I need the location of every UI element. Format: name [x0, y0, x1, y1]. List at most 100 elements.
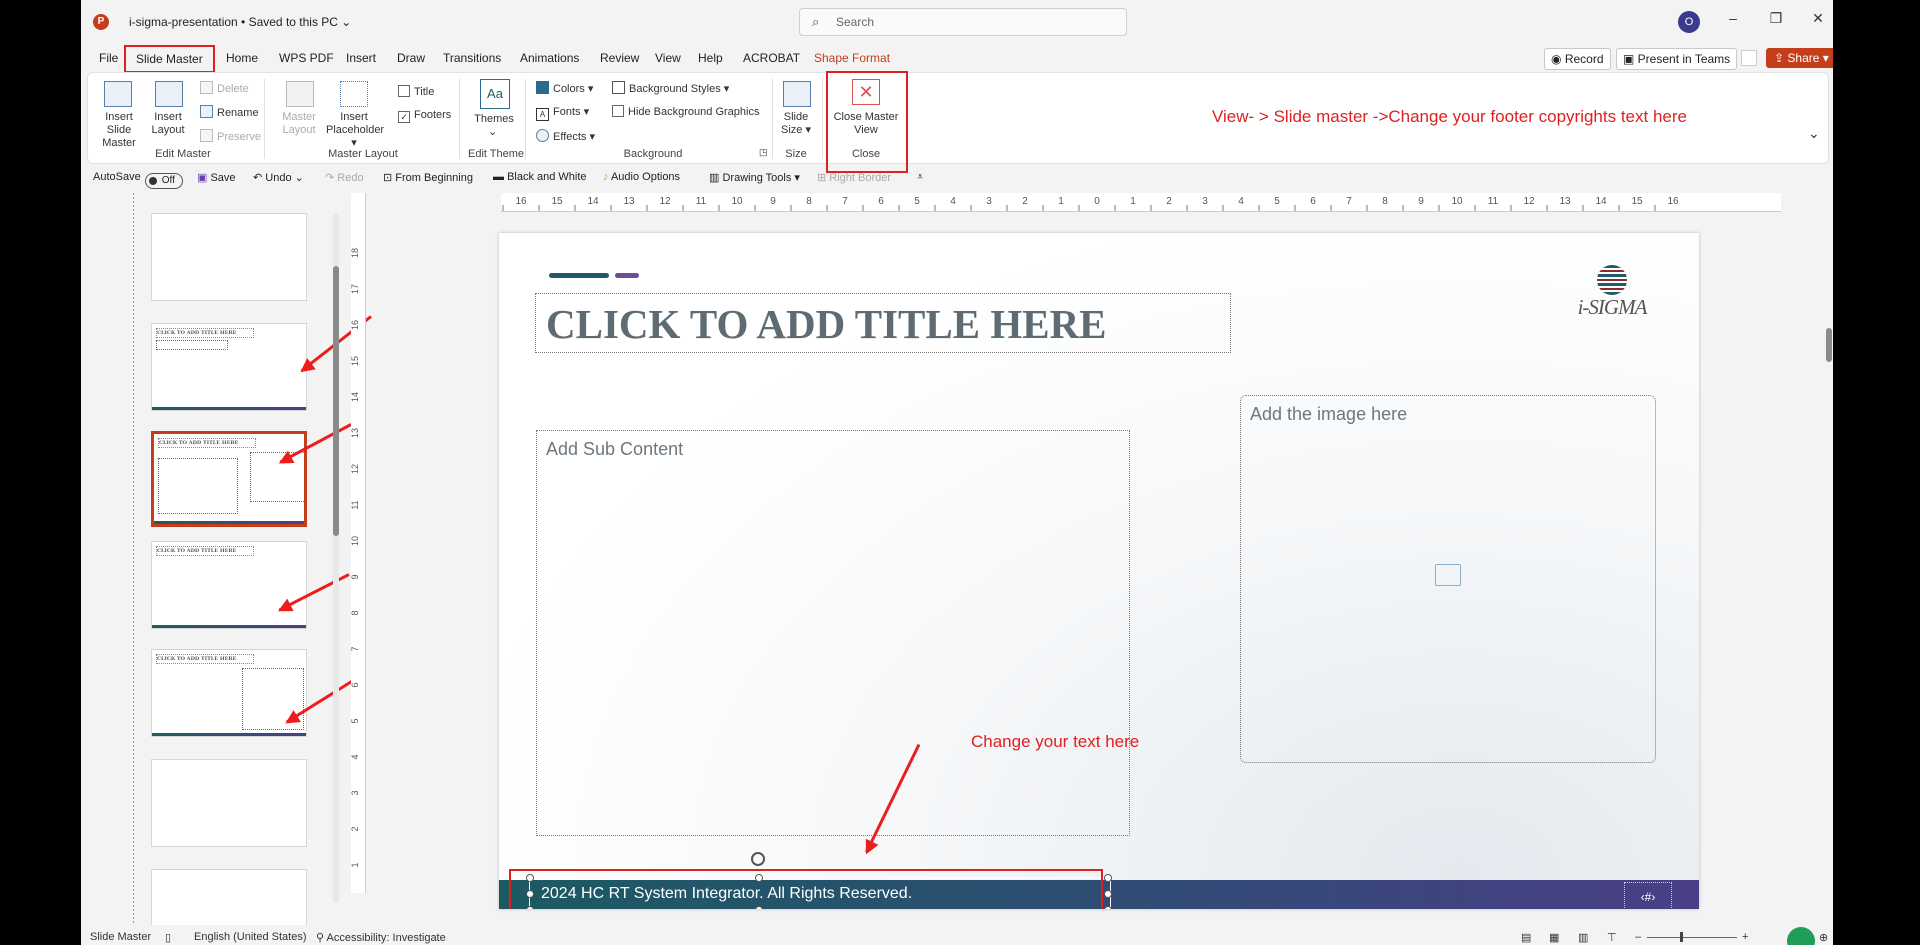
- autosave-toggle[interactable]: AutoSave Off: [93, 171, 183, 189]
- themes-dropdown-icon[interactable]: ⌄: [488, 125, 497, 138]
- fit-slide-icon[interactable]: ⊕: [1819, 931, 1828, 944]
- tab-view[interactable]: View: [655, 51, 681, 65]
- tab-wps-pdf[interactable]: WPS PDF: [279, 51, 334, 65]
- tab-insert[interactable]: Insert: [346, 51, 376, 65]
- thumbnail-2[interactable]: CLICK TO ADD TITLE HERE: [151, 323, 307, 411]
- tab-slide-master[interactable]: Slide Master: [124, 45, 215, 73]
- collapse-ribbon-icon[interactable]: ⌄: [1808, 125, 1820, 142]
- search-box[interactable]: ⌕ Search: [799, 8, 1127, 36]
- themes-button[interactable]: Themes: [470, 113, 518, 125]
- black-white-button[interactable]: ▬ Black and White: [493, 171, 587, 183]
- zoom-in-icon[interactable]: +: [1742, 931, 1748, 943]
- record-button[interactable]: ◉ Record: [1544, 48, 1611, 70]
- footers-checkbox[interactable]: ✓ Footers: [398, 109, 451, 123]
- resize-handle[interactable]: [1104, 906, 1112, 909]
- resize-handle[interactable]: [1104, 874, 1112, 882]
- document-title[interactable]: i-sigma-presentation • Saved to this PC …: [129, 15, 351, 29]
- powerpoint-icon: P: [93, 14, 109, 30]
- audio-icon: ♪: [603, 171, 609, 183]
- slide-canvas[interactable]: CLICK TO ADD TITLE HERE i-SIGMA Add the …: [499, 233, 1699, 909]
- content-placeholder[interactable]: Add Sub Content: [536, 430, 1130, 836]
- from-beginning-button[interactable]: ⊡ From Beginning: [383, 171, 473, 184]
- insert-layout-button[interactable]: Insert Layout: [148, 111, 188, 137]
- ruler-label: 3: [986, 196, 992, 207]
- present-in-teams-button[interactable]: ▣ Present in Teams: [1616, 48, 1738, 70]
- restore-icon[interactable]: ❐: [1761, 10, 1791, 27]
- tab-file[interactable]: File: [99, 51, 118, 65]
- editor-scrollbar[interactable]: [1826, 193, 1833, 923]
- share-button[interactable]: ⇪ Share ▾: [1766, 48, 1833, 68]
- zoom-out-icon[interactable]: –: [1635, 931, 1641, 943]
- ruler-label: 11: [1488, 196, 1499, 207]
- delete-button[interactable]: Delete: [200, 81, 249, 95]
- close-window-icon[interactable]: ✕: [1803, 10, 1833, 27]
- tab-home[interactable]: Home: [226, 51, 258, 65]
- customize-qat-icon[interactable]: ⩡: [917, 171, 923, 184]
- edit-theme-group-label: Edit Theme: [468, 148, 525, 160]
- status-language[interactable]: English (United States): [194, 931, 307, 943]
- zoom-slider[interactable]: [1647, 937, 1737, 938]
- ribbon: Insert Slide Master Insert Layout Delete…: [87, 71, 1829, 173]
- drawing-tools-button[interactable]: ▥ Drawing Tools ▾: [709, 171, 800, 184]
- zoom-slider-thumb[interactable]: [1680, 932, 1683, 942]
- background-styles-label: Background Styles: [629, 83, 721, 95]
- tab-transitions[interactable]: Transitions: [443, 51, 501, 65]
- thumbnail-1[interactable]: [151, 213, 307, 301]
- effects-button[interactable]: Effects ▾: [536, 129, 595, 143]
- fonts-icon: A: [536, 108, 549, 121]
- slideshow-view-icon[interactable]: ⊤: [1607, 931, 1617, 944]
- spelling-icon[interactable]: ▯: [165, 931, 171, 944]
- slide-sorter-icon[interactable]: ▦: [1549, 931, 1559, 944]
- scroll-thumb[interactable]: [1826, 328, 1832, 362]
- ruler-label: 12: [1523, 196, 1535, 207]
- colors-button[interactable]: Colors ▾: [536, 81, 593, 95]
- title-checkbox[interactable]: Title: [398, 85, 434, 98]
- insert-placeholder-label: Insert Placeholder: [326, 111, 385, 136]
- hide-background-checkbox[interactable]: Hide Background Graphics: [612, 105, 759, 118]
- normal-view-icon[interactable]: ▤: [1521, 931, 1531, 944]
- autosave-switch[interactable]: Off: [144, 173, 183, 189]
- slide-number-placeholder[interactable]: ‹#›: [1624, 882, 1672, 909]
- tab-acrobat[interactable]: ACROBAT: [743, 51, 800, 65]
- accessibility-status[interactable]: ⚲ Accessibility: Investigate: [316, 931, 446, 944]
- tab-review[interactable]: Review: [600, 51, 639, 65]
- tab-draw[interactable]: Draw: [397, 51, 425, 65]
- tab-shape-format[interactable]: Shape Format: [814, 51, 890, 65]
- redo-button[interactable]: ↷ Redo: [325, 171, 364, 184]
- reading-view-icon[interactable]: ▥: [1578, 931, 1588, 944]
- thumbnail-3-selected[interactable]: CLICK TO ADD TITLE HERE: [151, 431, 307, 527]
- right-border-button[interactable]: ⊞ Right Border: [817, 171, 891, 184]
- thumb-footer-bar: [152, 733, 306, 736]
- scroll-thumb[interactable]: [333, 266, 339, 536]
- close-master-view-button[interactable]: Close Master View: [830, 111, 902, 137]
- comments-icon[interactable]: [1741, 50, 1757, 66]
- fonts-button[interactable]: A Fonts ▾: [536, 105, 589, 121]
- title-placeholder[interactable]: CLICK TO ADD TITLE HERE: [535, 293, 1231, 353]
- save-button[interactable]: ▣ Save: [197, 171, 236, 184]
- grammarly-icon[interactable]: [1787, 927, 1815, 945]
- thumbnails-scrollbar[interactable]: [331, 201, 341, 916]
- minimize-icon[interactable]: –: [1718, 10, 1748, 26]
- audio-options-button[interactable]: ♪ Audio Options: [603, 171, 680, 183]
- thumbnail-5[interactable]: CLICK TO ADD TITLE HERE: [151, 649, 307, 737]
- thumbnail-6[interactable]: [151, 759, 307, 847]
- avatar[interactable]: O: [1678, 11, 1700, 33]
- rename-button[interactable]: Rename: [200, 105, 259, 119]
- tab-help[interactable]: Help: [698, 51, 723, 65]
- drawing-tools-label: Drawing Tools: [722, 172, 792, 184]
- slide-size-button[interactable]: Slide Size ▾: [776, 111, 816, 137]
- preserve-button[interactable]: Preserve: [200, 129, 261, 143]
- background-styles-button[interactable]: Background Styles ▾: [612, 81, 729, 95]
- insert-slide-master-button[interactable]: Insert Slide Master: [92, 111, 146, 150]
- size-group-label: Size: [785, 148, 807, 160]
- image-placeholder[interactable]: Add the image here: [1240, 395, 1656, 763]
- master-layout-button[interactable]: Master Layout: [274, 111, 324, 137]
- resize-handle[interactable]: [1104, 890, 1112, 898]
- tab-animations[interactable]: Animations: [520, 51, 579, 65]
- rotate-handle-icon[interactable]: [751, 852, 765, 866]
- insert-placeholder-button[interactable]: Insert Placeholder ▾: [326, 111, 385, 150]
- undo-button[interactable]: ↶ Undo ⌄: [253, 171, 304, 184]
- dialog-launcher-icon[interactable]: ◳: [759, 147, 768, 158]
- fonts-label: Fonts: [553, 106, 581, 118]
- picture-icon[interactable]: [1435, 564, 1461, 586]
